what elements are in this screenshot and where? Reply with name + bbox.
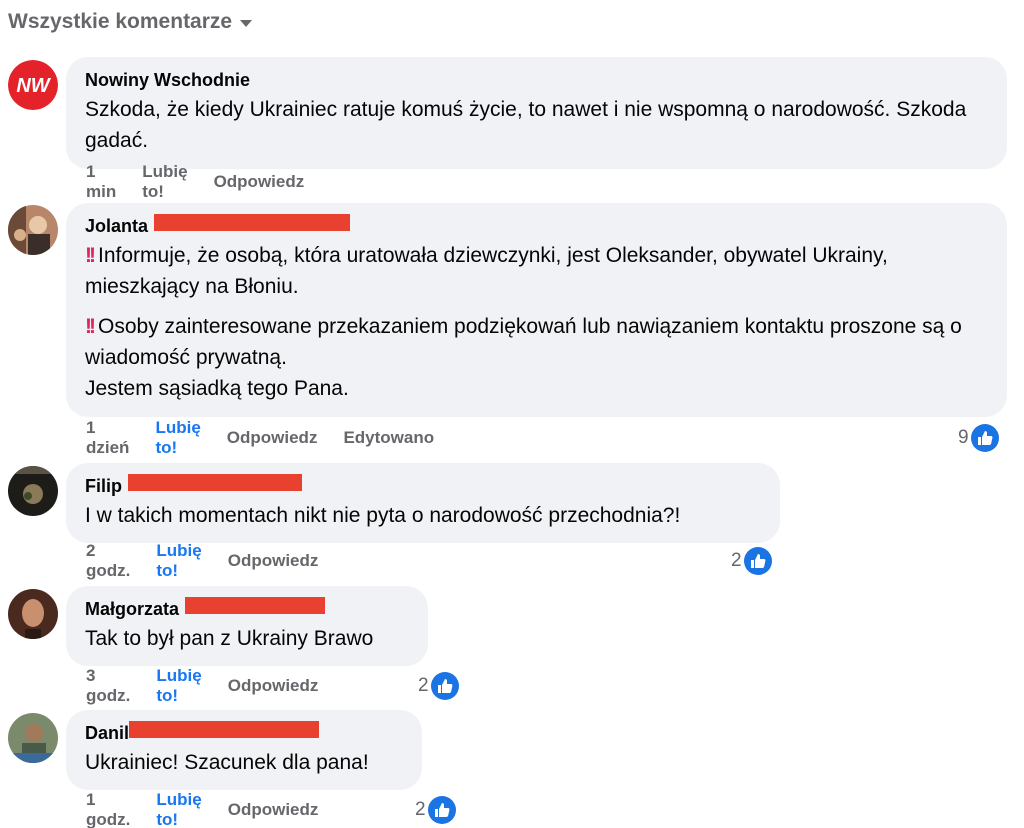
author-name[interactable]: Nowiny Wschodnie [85,70,250,91]
avatar[interactable] [8,589,58,639]
like-button[interactable]: Lubię to! [142,162,187,202]
caret-down-icon [240,20,253,27]
thumbs-up-icon [743,547,772,575]
comment-paragraph: Ukrainiec! Szacunek dla pana! [85,751,369,774]
comment-text: Szkoda, że kiedy Ukrainiec ratuje komuś … [85,94,987,156]
comment-text: !! Informuje, że osobą, która uratowała d… [85,240,987,404]
comment-time[interactable]: 2 godz. [86,541,130,581]
comment-actions: 1 godz. Lubię to! Odpowiedz [86,790,344,828]
avatar[interactable] [8,466,58,516]
comment-paragraph: Tak to był pan z Ukrainy Brawo [85,627,374,650]
comment-paragraph: Jestem sąsiadką tego Pana. [85,377,349,400]
reaction-count: 2 [418,675,429,696]
comment-actions: 1 dzień Lubię to! Odpowiedz Edytowano [86,418,460,457]
comment-author[interactable]: Danil [85,720,402,744]
user-photo-icon [8,205,58,255]
double-exclamation-icon: !! [85,244,96,267]
redaction-bar [128,473,302,491]
thumbs-up-icon [970,424,999,452]
comment-bubble: Małgorzata Tak to był pan z Ukrainy Braw… [66,586,428,666]
comment-bubble: Nowiny Wschodnie Szkoda, że kiedy Ukrain… [66,57,1007,169]
like-button[interactable]: Lubię to! [156,666,201,706]
comment-paragraph: !! Informuje, że osobą, która uratowała d… [85,244,888,298]
reply-button[interactable]: Odpowiedz [228,676,319,696]
comment-text: I w takich momentach nikt nie pyta o nar… [85,500,760,531]
reaction-summary[interactable]: 2 [418,672,459,700]
user-photo-icon [8,466,58,516]
comment-time[interactable]: 3 godz. [86,666,130,706]
comment-paragraph: I w takich momentach nikt nie pyta o nar… [85,504,681,527]
comment-time[interactable]: 1 godz. [86,790,130,828]
like-button[interactable]: Lubię to! [156,790,201,828]
avatar[interactable] [8,713,58,763]
comment-time[interactable]: 1 dzień [86,418,129,458]
author-name[interactable]: Małgorzata [85,599,179,620]
avatar[interactable]: NW [8,60,58,110]
like-button[interactable]: Lubię to! [156,541,201,581]
double-exclamation-icon: !! [85,315,96,338]
comments-filter-dropdown[interactable]: Wszystkie komentarze [8,10,253,34]
comment-bubble: Jolanta !! Informuje, że osobą, która ura… [66,203,1007,417]
comment-text: Tak to był pan z Ukrainy Brawo [85,623,408,654]
comment-paragraph: !! Osoby zainteresowane przekazaniem podz… [85,315,962,369]
redaction-bar [129,720,320,738]
redaction-bar [154,213,351,231]
redaction-bar [185,596,326,614]
reply-button[interactable]: Odpowiedz [228,800,319,820]
reaction-summary[interactable]: 2 [731,547,772,575]
comment-paragraph: Szkoda, że kiedy Ukrainiec ratuje komuś … [85,98,967,152]
avatar-text: NW [16,75,51,97]
reply-button[interactable]: Odpowiedz [228,551,319,571]
edited-label: Edytowano [343,428,435,447]
comment-bubble: Filip I w takich momentach nikt nie pyta… [66,463,780,543]
comment-text: Ukrainiec! Szacunek dla pana! [85,747,402,778]
comment-author[interactable]: Filip [85,473,760,497]
nw-logo-icon: NW [8,60,58,110]
thumbs-up-icon [430,672,459,700]
user-photo-icon [8,713,58,763]
reply-button[interactable]: Odpowiedz [214,172,305,192]
author-name[interactable]: Filip [85,476,122,497]
avatar[interactable] [8,205,58,255]
thumbs-up-icon [427,796,456,824]
reply-button[interactable]: Odpowiedz [227,428,318,448]
comment-bubble: Danil Ukrainiec! Szacunek dla pana! [66,710,422,790]
like-button[interactable]: Lubię to! [155,418,200,458]
user-photo-icon [8,589,58,639]
comment-actions: 2 godz. Lubię to! Odpowiedz [86,541,344,580]
author-name[interactable]: Jolanta [85,216,148,237]
reaction-count: 2 [415,799,426,820]
comment-actions: 3 godz. Lubię to! Odpowiedz [86,666,344,705]
comment-author[interactable]: Małgorzata [85,596,408,620]
reaction-count: 9 [958,427,969,448]
reaction-summary[interactable]: 9 [958,424,999,452]
comment-actions: 1 min Lubię to! Odpowiedz [86,162,330,201]
author-name[interactable]: Danil [85,723,129,744]
filter-label: Wszystkie komentarze [8,10,233,33]
comment-time[interactable]: 1 min [86,162,116,202]
comment-author[interactable]: Jolanta [85,213,987,237]
comment-author[interactable]: Nowiny Wschodnie [85,69,987,91]
reaction-count: 2 [731,550,742,571]
reaction-summary[interactable]: 2 [415,796,456,824]
